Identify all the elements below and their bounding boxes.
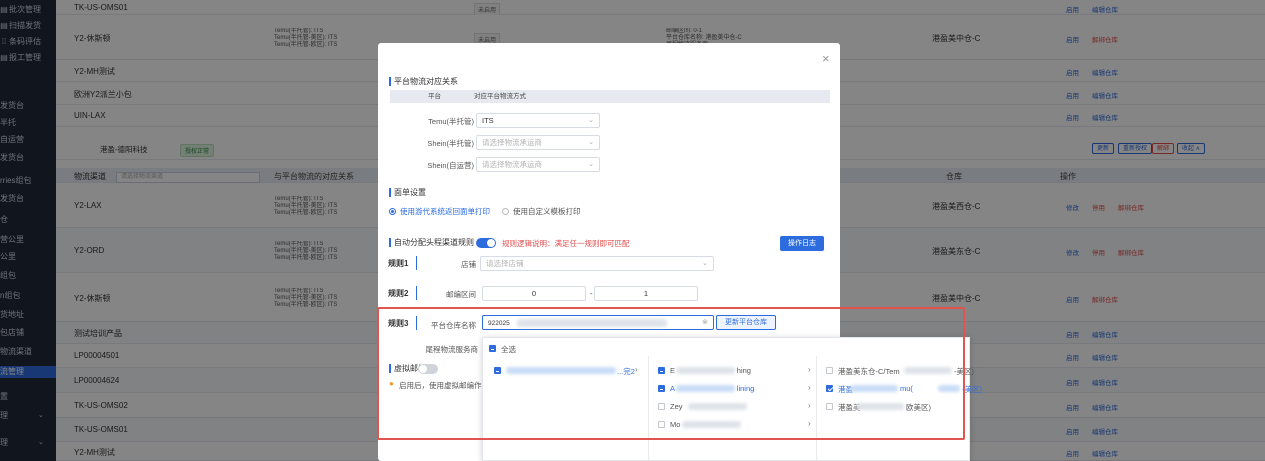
operation-log-button[interactable]: 操作日志	[780, 236, 824, 251]
select-value: ITS	[482, 116, 494, 125]
zip-from-input[interactable]: 0	[482, 286, 586, 301]
store-select-placeholder: 请选择店铺	[486, 259, 524, 268]
rule1-label: 店铺	[461, 260, 476, 269]
mapping-table-header: 平台 对应平台物流方式	[390, 90, 830, 103]
col-platform: 平台	[428, 93, 441, 100]
platform-method-select[interactable]: ITS ⌄	[476, 113, 600, 128]
rule1-name: 规则1	[388, 259, 409, 268]
label-option1-text[interactable]: 使用游代系统返回面单打印	[400, 206, 490, 217]
rule2-divider	[416, 286, 417, 300]
platform-label: Shein(半托管)	[427, 139, 474, 148]
chevron-down-icon: ⌄	[588, 139, 594, 146]
label-option2-radio[interactable]	[502, 208, 509, 215]
close-icon[interactable]: ×	[822, 52, 830, 65]
label-option1-radio[interactable]	[389, 208, 396, 215]
select-value: 请选择物流承运商	[482, 160, 542, 169]
platform-method-select[interactable]: 请选择物流承运商 ⌄	[476, 135, 600, 150]
label-section-title: 面单设置	[389, 188, 426, 197]
auto-rule-toggle[interactable]	[476, 238, 496, 248]
label-option2-text[interactable]: 使用自定义模板打印	[513, 206, 581, 217]
chevron-down-icon: ⌄	[588, 161, 594, 168]
chevron-down-icon: ⌄	[588, 117, 594, 124]
platform-method-select[interactable]: 请选择物流承运商 ⌄	[476, 157, 600, 172]
zip-to-input[interactable]: 1	[594, 286, 698, 301]
platform-label: Temu(半托管)	[428, 117, 474, 126]
highlight-box	[377, 307, 965, 440]
store-select[interactable]: 请选择店铺 ⌄	[480, 256, 714, 271]
auto-rule-note: 规则逻辑说明：满足任一规则即可匹配	[502, 239, 630, 248]
rule2-name: 规则2	[388, 289, 409, 298]
mapping-section-title: 平台物流对应关系	[389, 77, 458, 86]
rule1-divider	[416, 256, 417, 270]
cascader-option-tail: -美区)	[962, 385, 982, 394]
col-method: 对应平台物流方式	[474, 93, 526, 100]
platform-label: Shein(自运营)	[427, 161, 474, 170]
chevron-down-icon: ⌄	[702, 260, 708, 267]
auto-rule-section-title: 自动分配头程渠道规则	[389, 238, 474, 247]
select-value: 请选择物流承运商	[482, 138, 542, 147]
zip-separator: -	[590, 289, 593, 298]
rule2-label: 邮编区间	[446, 290, 476, 299]
